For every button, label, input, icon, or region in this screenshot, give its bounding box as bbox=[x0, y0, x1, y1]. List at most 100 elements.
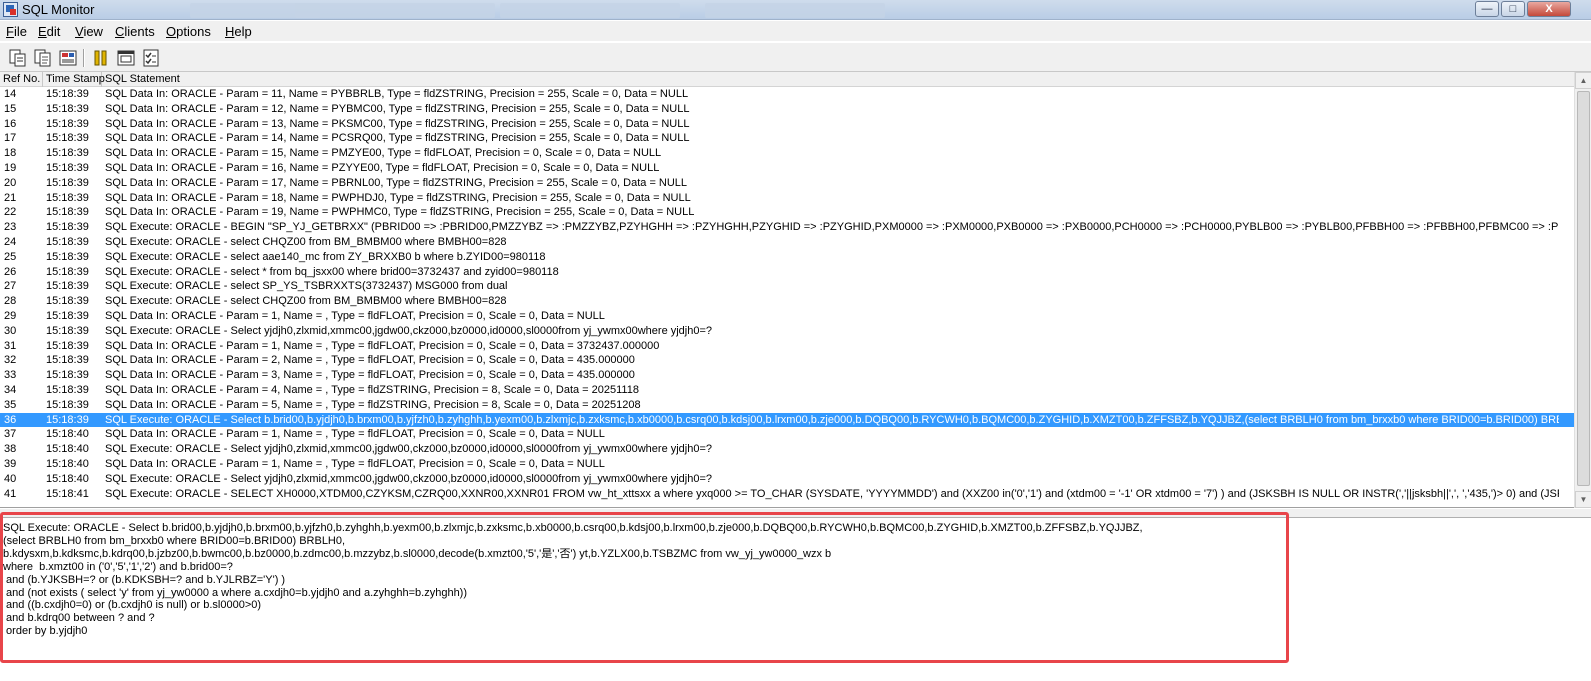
sql-statement-cell: SQL Data In: ORACLE - Param = 12, Name =… bbox=[105, 102, 690, 115]
timestamp-cell: 15:18:39 bbox=[46, 161, 89, 174]
timestamp-cell: 15:18:39 bbox=[46, 324, 89, 337]
timestamp-cell: 15:18:40 bbox=[46, 428, 89, 441]
sql-detail-line: and ((b.cxdjh0=0) or (b.cxdjh0 is null) … bbox=[3, 599, 262, 612]
pause-icon[interactable] bbox=[91, 48, 111, 68]
ref-cell: 20 bbox=[4, 176, 17, 189]
open-log-icon[interactable] bbox=[8, 48, 28, 68]
timestamp-cell: 15:18:40 bbox=[46, 457, 89, 470]
sql-statement-cell: SQL Data In: ORACLE - Param = 4, Name = … bbox=[105, 383, 639, 396]
table-row[interactable]: 17 15:18:39 SQL Data In: ORACLE - Param = … bbox=[0, 131, 1574, 146]
table-row[interactable]: 29 15:18:39 SQL Data In: ORACLE - Param = … bbox=[0, 309, 1574, 324]
table-row[interactable]: 24 15:18:39 SQL Execute: ORACLE - select C… bbox=[0, 235, 1574, 250]
sql-statement-cell: SQL Data In: ORACLE - Param = 15, Name =… bbox=[105, 147, 662, 160]
scrollbar-thumb[interactable] bbox=[1577, 91, 1590, 486]
timestamp-cell: 15:18:40 bbox=[46, 472, 89, 485]
scroll-down-arrow-icon[interactable]: ▼ bbox=[1575, 491, 1591, 508]
sql-detail-line: and b.kdrq00 between ? and ? bbox=[3, 612, 155, 625]
sql-detail-line: b.kdysxm,b.kdksmc,b.kdrq00,b.jzbz00,b.bw… bbox=[3, 547, 832, 560]
table-row[interactable]: 35 15:18:39 SQL Data In: ORACLE - Param = … bbox=[0, 398, 1574, 413]
vertical-scrollbar[interactable]: ▲ ▼ bbox=[1574, 72, 1591, 508]
table-row[interactable]: 18 15:18:39 SQL Data In: ORACLE - Param = … bbox=[0, 146, 1574, 161]
timestamp-cell: 15:18:39 bbox=[46, 221, 89, 234]
sql-detail-line: (select BRBLH0 from bm_brxxb0 where BRID… bbox=[3, 534, 346, 547]
menu-clients[interactable]: Clients bbox=[115, 24, 155, 39]
table-row[interactable]: 14 15:18:39 SQL Data In: ORACLE - Param = … bbox=[0, 87, 1574, 102]
timestamp-cell: 15:18:39 bbox=[46, 280, 89, 293]
table-row[interactable]: 31 15:18:39 SQL Data In: ORACLE - Param = … bbox=[0, 339, 1574, 354]
timestamp-cell: 15:18:39 bbox=[46, 102, 89, 115]
menu-file[interactable]: File bbox=[6, 24, 27, 39]
sql-statement-cell: SQL Data In: ORACLE - Param = 14, Name =… bbox=[105, 132, 690, 145]
minimize-button[interactable]: — bbox=[1475, 1, 1499, 17]
timestamp-cell: 15:18:39 bbox=[46, 309, 89, 322]
table-row[interactable]: 15 15:18:39 SQL Data In: ORACLE - Param = … bbox=[0, 102, 1574, 117]
copy-icon[interactable] bbox=[33, 48, 53, 68]
table-row[interactable]: 39 15:18:40 SQL Data In: ORACLE - Param = … bbox=[0, 457, 1574, 472]
timestamp-cell: 15:18:39 bbox=[46, 398, 89, 411]
table-row[interactable]: 40 15:18:40 SQL Execute: ORACLE - Select y… bbox=[0, 472, 1574, 487]
ref-cell: 17 bbox=[4, 132, 17, 145]
table-row[interactable]: 27 15:18:39 SQL Execute: ORACLE - select S… bbox=[0, 279, 1574, 294]
table-row[interactable]: 16 15:18:39 SQL Data In: ORACLE - Param = … bbox=[0, 117, 1574, 132]
menu-options[interactable]: Options bbox=[166, 24, 211, 39]
ref-cell: 34 bbox=[4, 383, 17, 396]
timestamp-cell: 15:18:39 bbox=[46, 88, 89, 100]
ref-cell: 16 bbox=[4, 117, 17, 130]
table-row[interactable]: 36 15:18:39 SQL Execute: ORACLE - Select b… bbox=[0, 412, 1574, 428]
sql-statement-cell: SQL Execute: ORACLE - BEGIN "SP_YJ_GETBR… bbox=[105, 221, 1559, 234]
table-row[interactable]: 41 15:18:41 SQL Execute: ORACLE - SELECT X… bbox=[0, 487, 1574, 502]
app-icon bbox=[3, 2, 18, 17]
menu-edit[interactable]: Edit bbox=[38, 24, 60, 39]
sql-statement-cell: SQL Data In: ORACLE - Param = 18, Name =… bbox=[105, 191, 691, 204]
sql-statement-cell: SQL Execute: ORACLE - Select yjdjh0,zlxm… bbox=[105, 472, 713, 485]
table-row[interactable]: 26 15:18:39 SQL Execute: ORACLE - select *… bbox=[0, 265, 1574, 280]
window-icon[interactable] bbox=[116, 48, 136, 68]
table-row[interactable]: 30 15:18:39 SQL Execute: ORACLE - Select y… bbox=[0, 324, 1574, 339]
sql-statement-cell: SQL Data In: ORACLE - Param = 3, Name = … bbox=[105, 369, 635, 382]
timestamp-cell: 15:18:39 bbox=[46, 132, 89, 145]
ref-cell: 14 bbox=[4, 88, 17, 100]
sql-detail-pane[interactable]: SQL Execute: ORACLE - Select b.brid00,b.… bbox=[0, 518, 1591, 681]
table-row[interactable]: 19 15:18:39 SQL Data In: ORACLE - Param = … bbox=[0, 161, 1574, 176]
ref-cell: 41 bbox=[4, 487, 17, 500]
timestamp-cell: 15:18:39 bbox=[46, 354, 89, 367]
timestamp-cell: 15:18:41 bbox=[46, 487, 89, 500]
sql-statement-cell: SQL Execute: ORACLE - select * from bq_j… bbox=[105, 265, 559, 278]
sql-statement-cell: SQL Data In: ORACLE - Param = 17, Name =… bbox=[105, 176, 688, 189]
sql-log-list[interactable]: Ref No. Time Stamp SQL Statement 14 15:18… bbox=[0, 72, 1591, 508]
sql-statement-cell: SQL Execute: ORACLE - select CHQZ00 from… bbox=[105, 235, 507, 248]
ref-cell: 18 bbox=[4, 147, 17, 160]
save-icon[interactable] bbox=[58, 48, 78, 68]
menu-help[interactable]: Help bbox=[225, 24, 252, 39]
ref-cell: 25 bbox=[4, 250, 17, 263]
table-row[interactable]: 21 15:18:39 SQL Data In: ORACLE - Param = … bbox=[0, 191, 1574, 206]
menu-view[interactable]: View bbox=[75, 24, 103, 39]
ref-cell: 32 bbox=[4, 354, 17, 367]
column-header-ref[interactable]: Ref No. bbox=[0, 72, 43, 87]
ref-cell: 27 bbox=[4, 280, 17, 293]
table-row[interactable]: 32 15:18:39 SQL Data In: ORACLE - Param = … bbox=[0, 353, 1574, 368]
table-row[interactable]: 28 15:18:39 SQL Execute: ORACLE - select C… bbox=[0, 294, 1574, 309]
table-row[interactable]: 34 15:18:39 SQL Data In: ORACLE - Param = … bbox=[0, 383, 1574, 398]
window-title: SQL Monitor bbox=[22, 2, 95, 17]
checklist-icon[interactable] bbox=[141, 48, 161, 68]
maximize-button[interactable]: □ bbox=[1501, 1, 1525, 17]
table-row[interactable]: 38 15:18:40 SQL Execute: ORACLE - Select y… bbox=[0, 442, 1574, 457]
column-header-sql[interactable]: SQL Statement bbox=[102, 72, 1574, 87]
table-row[interactable]: 23 15:18:39 SQL Execute: ORACLE - BEGIN "S… bbox=[0, 220, 1574, 235]
splitter[interactable] bbox=[0, 508, 1591, 518]
column-header-time[interactable]: Time Stamp bbox=[43, 72, 105, 87]
ref-cell: 15 bbox=[4, 102, 17, 115]
timestamp-cell: 15:18:39 bbox=[46, 295, 89, 308]
table-row[interactable]: 37 15:18:40 SQL Data In: ORACLE - Param = … bbox=[0, 427, 1574, 442]
close-button[interactable]: X bbox=[1527, 1, 1571, 17]
table-row[interactable]: 22 15:18:39 SQL Data In: ORACLE - Param = … bbox=[0, 205, 1574, 220]
sql-statement-cell: SQL Execute: ORACLE - SELECT XH0000,XTDM… bbox=[105, 487, 1559, 500]
table-row[interactable]: 25 15:18:39 SQL Execute: ORACLE - select a… bbox=[0, 250, 1574, 265]
table-row[interactable]: 20 15:18:39 SQL Data In: ORACLE - Param = … bbox=[0, 176, 1574, 191]
sql-statement-cell: SQL Data In: ORACLE - Param = 11, Name =… bbox=[105, 88, 689, 100]
ref-cell: 38 bbox=[4, 443, 17, 456]
scroll-up-arrow-icon[interactable]: ▲ bbox=[1575, 72, 1591, 89]
table-row[interactable]: 33 15:18:39 SQL Data In: ORACLE - Param = … bbox=[0, 368, 1574, 383]
timestamp-cell: 15:18:39 bbox=[46, 206, 89, 219]
